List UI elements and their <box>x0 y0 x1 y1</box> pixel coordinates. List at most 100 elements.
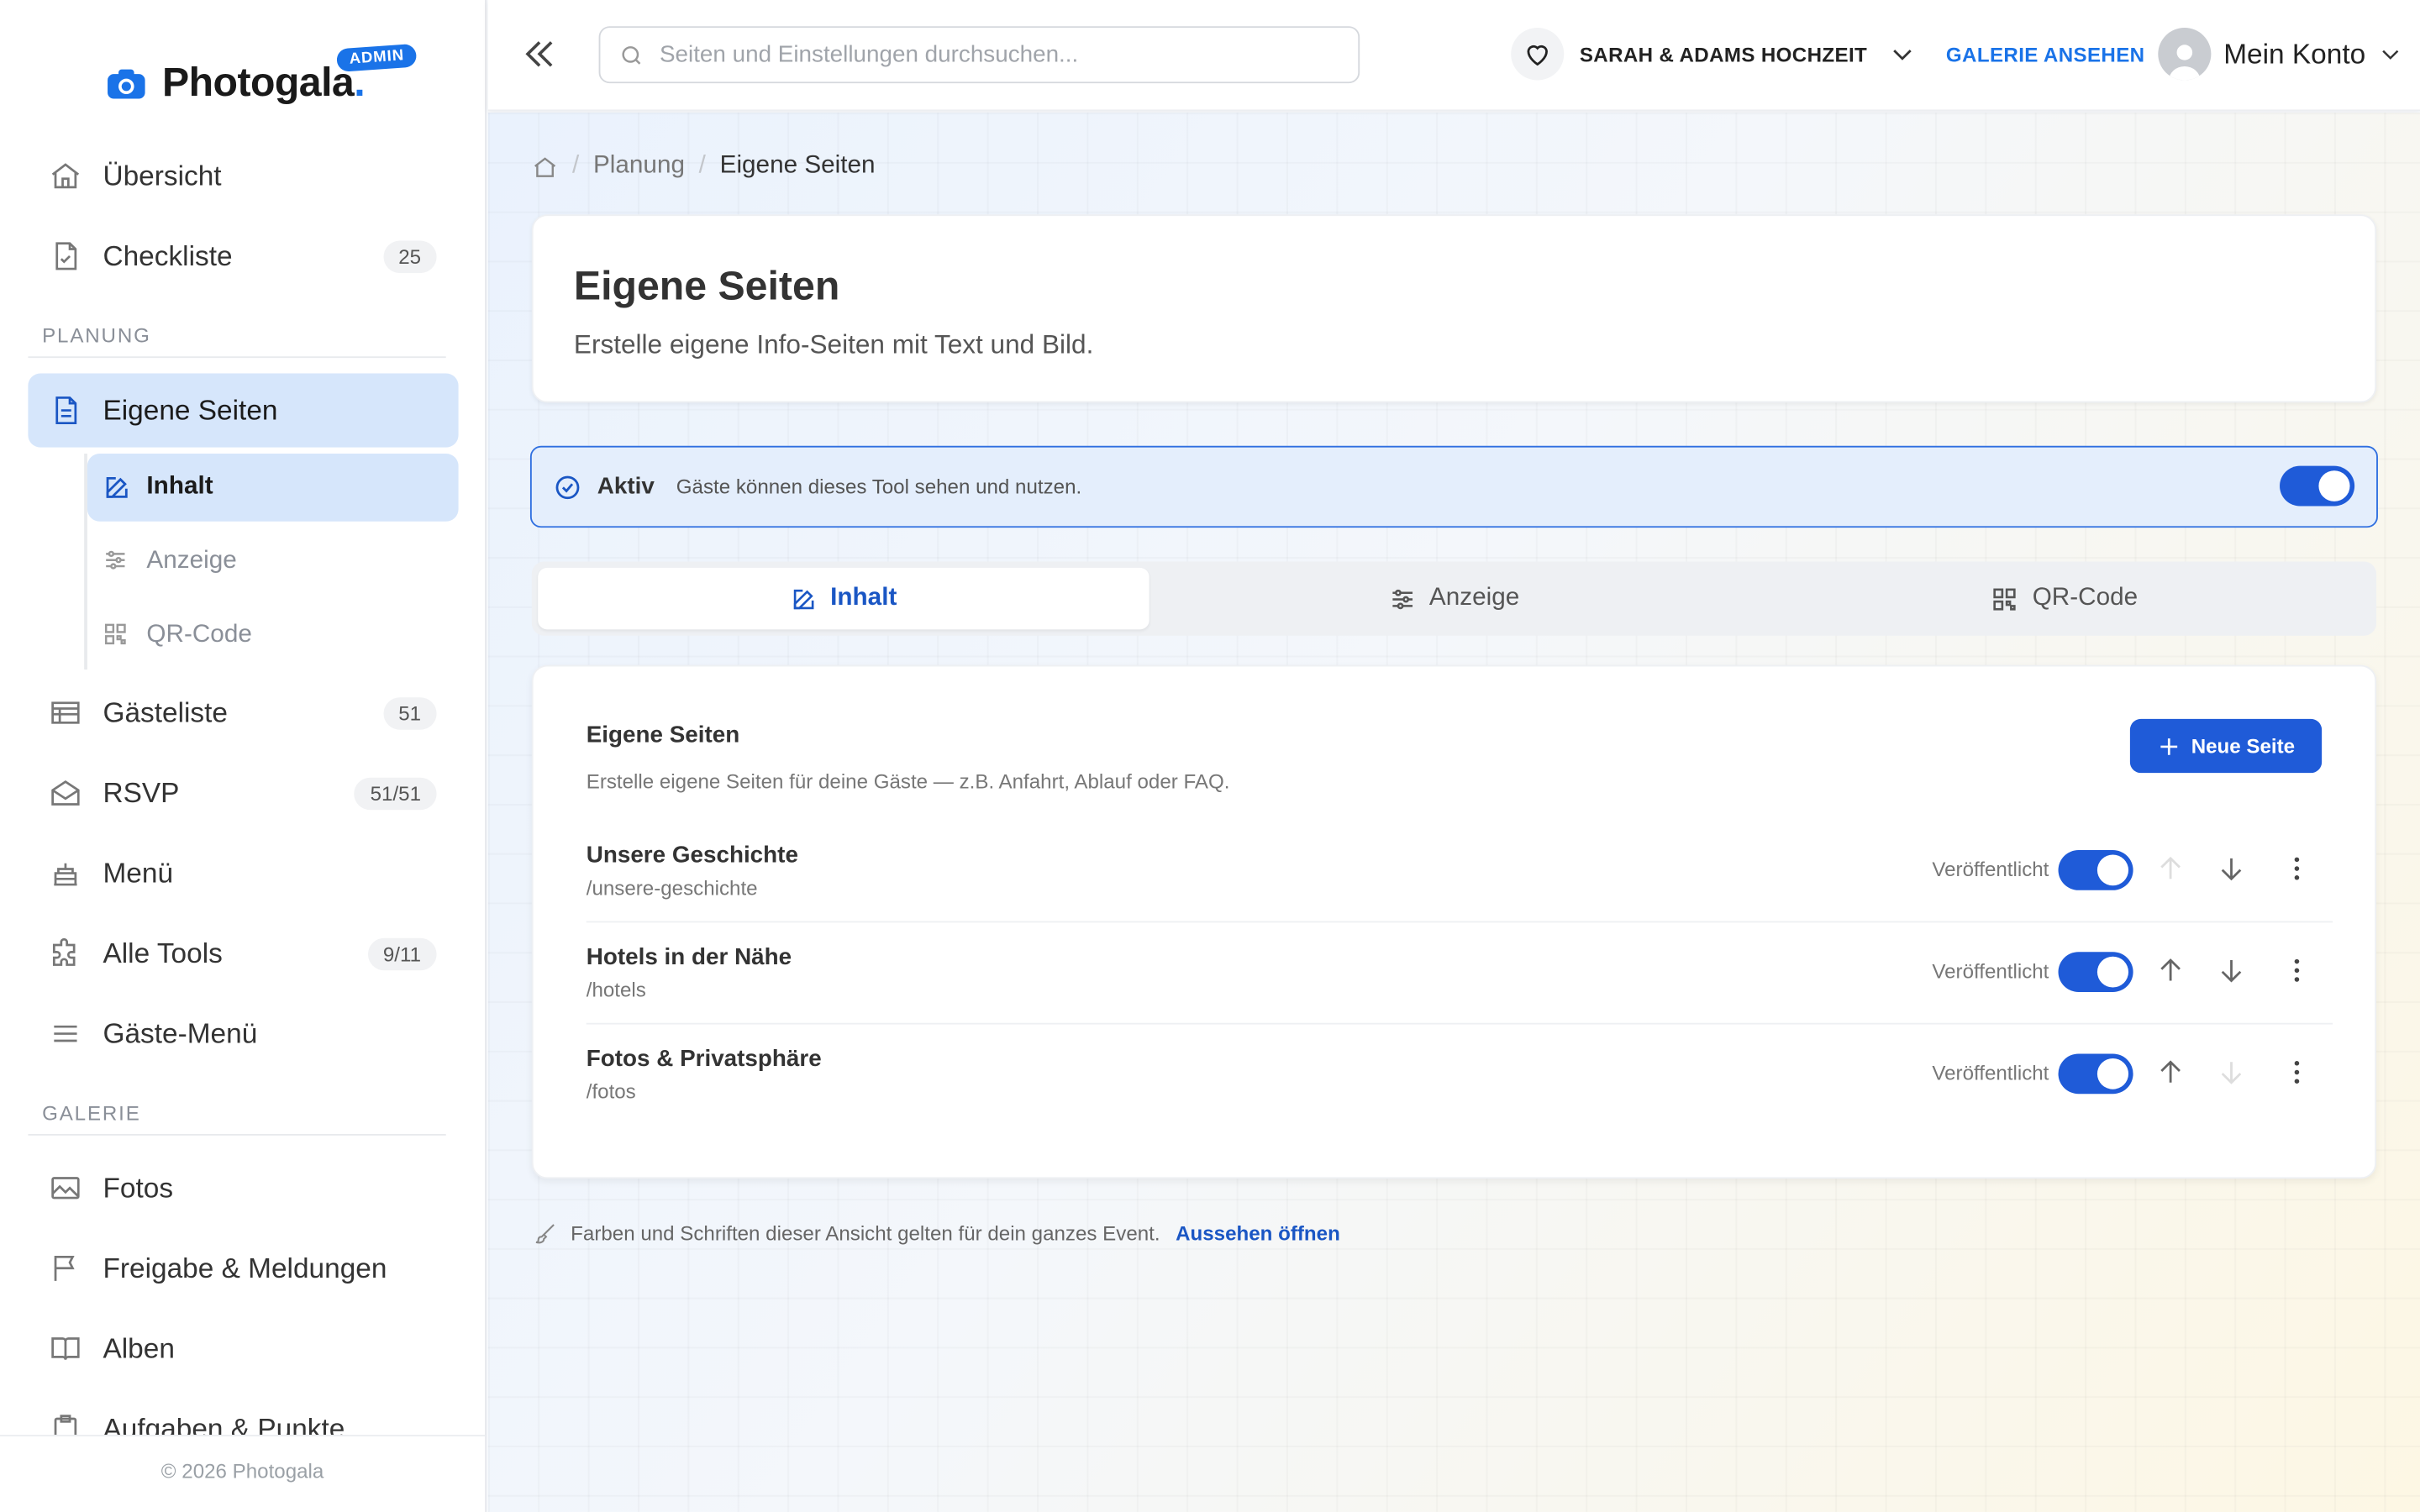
arrow-up-icon[interactable] <box>2155 1057 2186 1088</box>
sidebar-item-alben[interactable]: Alben <box>28 1311 458 1385</box>
home-icon <box>47 157 85 194</box>
collapse-sidebar-icon[interactable] <box>519 34 560 74</box>
active-status-bar: Aktiv Gäste können dieses Tool sehen und… <box>529 445 2378 528</box>
page-name: Hotels in der Nähe <box>586 944 792 971</box>
tab-anzeige[interactable]: Anzeige <box>1149 568 1760 629</box>
page-slug: /unsere-geschichte <box>586 876 758 900</box>
sidebar-item-label: Alben <box>103 1331 175 1363</box>
arrow-up-icon[interactable] <box>2155 955 2186 986</box>
edit-icon <box>103 474 130 501</box>
account-label: Mein Konto <box>2223 37 2366 69</box>
card-title: Eigene Seiten <box>586 722 740 748</box>
breadcrumb-separator: / <box>698 152 706 180</box>
account-menu[interactable]: Mein Konto <box>2158 28 2402 81</box>
admin-badge: ADMIN <box>335 43 418 72</box>
home-icon[interactable] <box>532 154 559 180</box>
subnav-label: Inhalt <box>146 473 213 501</box>
appearance-hint: Farben und Schriften dieser Ansicht gelt… <box>532 1221 1340 1247</box>
page-subtitle: Erstelle eigene Info-Seiten mit Text und… <box>573 330 1094 360</box>
list-item[interactable]: Hotels in der Nähe /hotels Veröffentlich… <box>586 922 2333 1025</box>
sidebar-item-eigene-seiten[interactable]: Eigene Seiten <box>28 373 459 448</box>
pages-card: Eigene Seiten Erstelle eigene Seiten für… <box>531 664 2377 1179</box>
search-input[interactable] <box>659 41 1315 68</box>
sidebar-item-alle-tools[interactable]: Alle Tools 9/11 <box>28 916 458 990</box>
more-vertical-icon[interactable] <box>2281 1057 2312 1088</box>
sidebar-item-rsvp[interactable]: RSVP 51/51 <box>28 756 458 830</box>
tab-label: Anzeige <box>1428 585 1520 612</box>
section-label-planung: PLANUNG <box>28 315 446 359</box>
sidebar-item-label: Übersicht <box>103 160 222 191</box>
sidebar-item-menue[interactable]: Menü <box>28 836 458 910</box>
qr-code-icon <box>103 622 130 649</box>
sidebar-footer: © 2026 Photogala <box>0 1435 486 1512</box>
topbar: SARAH & ADAMS HOCHZEIT GALERIE ANSEHEN M… <box>487 0 2420 112</box>
chevron-down-icon <box>1894 50 1912 60</box>
arrow-up-icon[interactable] <box>2155 853 2186 885</box>
document-icon <box>47 392 85 429</box>
breadcrumb: / Planung / Eigene Seiten <box>532 153 876 181</box>
sidebar-item-label: Gästeliste <box>103 696 229 728</box>
brush-icon <box>535 1224 555 1244</box>
puzzle-icon <box>47 935 85 972</box>
more-vertical-icon[interactable] <box>2281 853 2312 885</box>
view-gallery-link[interactable]: GALERIE ANSEHEN <box>1946 43 2145 66</box>
subnav-item-qr-code[interactable]: QR-Code <box>87 601 459 669</box>
tab-bar: Inhalt Anzeige QR-Code <box>531 561 2377 636</box>
count-badge: 51/51 <box>355 776 437 810</box>
active-description: Gäste können dieses Tool sehen und nutze… <box>676 475 1082 499</box>
sidebar-item-label: RSVP <box>103 776 180 808</box>
page-slug: /fotos <box>586 1079 636 1104</box>
page-slug: /hotels <box>586 978 646 1002</box>
publish-toggle[interactable] <box>2058 952 2133 992</box>
list-item[interactable]: Unsere Geschichte /unsere-geschichte Ver… <box>586 821 2333 923</box>
new-page-label: Neue Seite <box>2191 734 2296 758</box>
sidebar: Photogala. ADMIN Übersicht Checkliste 25… <box>0 0 487 1512</box>
subnav-item-inhalt[interactable]: Inhalt <box>87 453 459 522</box>
open-appearance-link[interactable]: Aussehen öffnen <box>1176 1222 1340 1246</box>
pages-list: Unsere Geschichte /unsere-geschichte Ver… <box>586 821 2333 1126</box>
breadcrumb-parent[interactable]: Planung <box>593 153 685 181</box>
more-vertical-icon[interactable] <box>2281 955 2312 986</box>
list-item[interactable]: Fotos & Privatsphäre /fotos Veröffentlic… <box>587 1025 2333 1126</box>
subnav-item-anzeige[interactable]: Anzeige <box>87 528 459 596</box>
heart-icon <box>1511 28 1565 81</box>
sidebar-item-uebersicht[interactable]: Übersicht <box>28 139 458 213</box>
search-icon <box>622 45 641 64</box>
plus-icon <box>2160 738 2178 754</box>
page-name: Unsere Geschichte <box>586 842 798 869</box>
breadcrumb-separator: / <box>572 152 580 180</box>
flag-icon <box>47 1250 85 1287</box>
section-label-galerie: GALERIE <box>28 1092 446 1136</box>
count-badge: 51 <box>382 696 437 729</box>
check-circle-icon <box>555 475 580 499</box>
sidebar-item-gaeste-menue[interactable]: Gäste-Menü <box>28 997 458 1071</box>
publish-toggle[interactable] <box>2058 1053 2133 1095</box>
sidebar-item-label: Gäste-Menü <box>103 1017 258 1049</box>
status-label: Veröffentlicht <box>1932 959 2049 983</box>
card-description: Erstelle eigene Seiten für deine Gäste —… <box>586 769 1230 794</box>
tab-qr-code[interactable]: QR-Code <box>1760 568 2370 629</box>
count-badge: 25 <box>382 239 437 273</box>
sidebar-item-label: Checkliste <box>103 239 233 271</box>
sidebar-item-gaesteliste[interactable]: Gästeliste 51 <box>28 675 458 749</box>
tab-inhalt[interactable]: Inhalt <box>538 567 1150 630</box>
logo[interactable]: Photogala. <box>106 59 366 107</box>
sidebar-item-checkliste[interactable]: Checkliste 25 <box>28 219 458 293</box>
sidebar-item-freigabe[interactable]: Freigabe & Meldungen <box>28 1231 458 1305</box>
envelope-open-icon <box>47 774 85 811</box>
chevron-down-icon <box>2382 50 2399 60</box>
arrow-down-icon[interactable] <box>2216 853 2247 885</box>
arrow-down-icon[interactable] <box>2216 955 2247 986</box>
active-label: Aktiv <box>597 473 655 501</box>
new-page-button[interactable]: Neue Seite <box>2129 718 2323 774</box>
avatar <box>2158 28 2212 81</box>
sidebar-item-fotos[interactable]: Fotos <box>28 1151 458 1225</box>
active-toggle[interactable] <box>2280 465 2355 507</box>
event-name: SARAH & ADAMS HOCHZEIT <box>1579 42 1868 66</box>
hint-text: Farben und Schriften dieser Ansicht gelt… <box>571 1221 1160 1246</box>
sliders-icon <box>1392 588 1413 609</box>
event-selector[interactable]: SARAH & ADAMS HOCHZEIT <box>1511 28 1917 81</box>
search-box[interactable] <box>598 26 1360 84</box>
publish-toggle[interactable] <box>2058 850 2133 890</box>
arrow-down-icon[interactable] <box>2216 1057 2247 1088</box>
